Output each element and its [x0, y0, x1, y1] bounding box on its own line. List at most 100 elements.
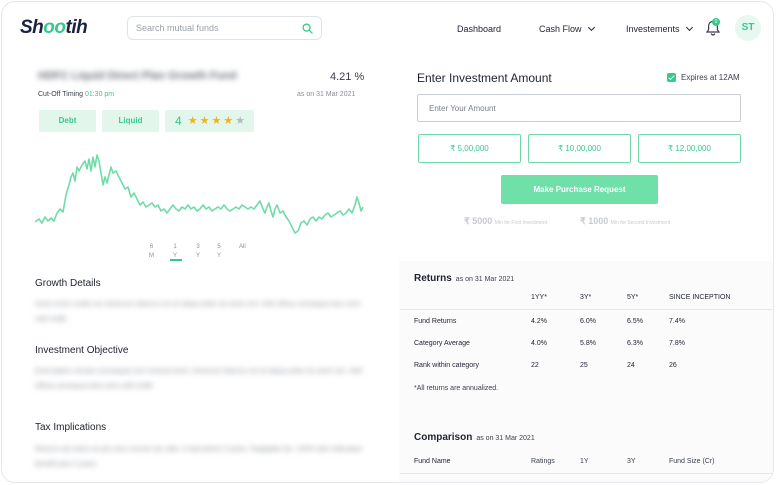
- rating-value: 4: [175, 114, 182, 128]
- min-first-investment: ₹ 5000 Min for First Investment: [464, 216, 547, 227]
- cutoff-timing: Cut-Off Timing 01:30 pm: [38, 91, 114, 98]
- min-second-investment: ₹ 1000 Min for Second Investment: [580, 216, 670, 227]
- star-icon: ★: [187, 114, 198, 127]
- nav-dashboard-label: Dashboard: [457, 24, 502, 34]
- nav-investments-label: Investements: [626, 24, 680, 34]
- search-input[interactable]: [136, 23, 302, 33]
- tax-implications-text: Returns are taxes as per your income tax…: [35, 446, 363, 468]
- returns-cell: 4.2%: [531, 318, 547, 325]
- comparison-col-header: Fund Size (Cr): [669, 458, 715, 465]
- comparison-col-header: Ratings: [531, 458, 555, 465]
- range-6m[interactable]: 6M: [149, 243, 154, 261]
- growth-details-title: Growth Details: [35, 278, 101, 289]
- range-5y[interactable]: 5Y: [217, 243, 221, 261]
- tax-implications-title: Tax Implications: [35, 422, 107, 433]
- min-first-note: Min for First Investment: [494, 220, 547, 226]
- returns-note: *All returns are annualized.: [414, 385, 499, 392]
- chevron-down-icon: [685, 23, 693, 32]
- fund-name: HDFC Liquid Direct Plan Growth Fund: [38, 70, 237, 82]
- range-1y-top: 1: [173, 244, 177, 250]
- chevron-down-icon: [587, 23, 595, 32]
- returns-row-label: Rank within category: [414, 362, 479, 369]
- comparison-col-header: 1Y: [580, 458, 589, 465]
- table-divider: [400, 473, 772, 474]
- fund-return: 4.21 %: [330, 71, 365, 83]
- table-divider: [400, 309, 772, 310]
- tag-debt: Debt: [39, 110, 96, 132]
- growth-details-text: Amet minim mollit non deserunt ullamco e…: [35, 301, 361, 323]
- min-second-value: ₹ 1000: [580, 216, 609, 226]
- fund-as-on-date: as on 31 Mar 2021: [297, 91, 356, 98]
- returns-cell: 22: [531, 362, 539, 369]
- returns-cell: 4.0%: [531, 340, 547, 347]
- returns-cell: 25: [580, 362, 588, 369]
- search-icon[interactable]: [302, 22, 313, 34]
- returns-cell: 7.8%: [669, 340, 685, 347]
- nav-line-chart[interactable]: [35, 147, 365, 242]
- star-icon: ★: [199, 114, 210, 127]
- investment-objective-text: Exercitation veniam consequat sunt nostr…: [35, 368, 363, 390]
- returns-as-on: as on 31 Mar 2021: [455, 276, 515, 283]
- star-icon: ★: [211, 114, 222, 127]
- returns-col-header: SINCE INCEPTION: [669, 294, 731, 301]
- min-first-value: ₹ 5000: [464, 216, 493, 226]
- logo-suffix: tih: [65, 17, 88, 38]
- range-3y[interactable]: 3Y: [196, 243, 200, 261]
- fund-rating: 4 ★ ★ ★ ★ ★: [165, 110, 254, 132]
- expires-label: Expires at 12AM: [681, 73, 740, 82]
- returns-cell: 6.5%: [627, 318, 643, 325]
- returns-cell: 6.0%: [580, 318, 596, 325]
- returns-title: Returns as on 31 Mar 2021: [414, 273, 514, 284]
- amount-input[interactable]: [417, 94, 741, 122]
- nav-dashboard[interactable]: Dashboard: [457, 24, 501, 34]
- range-6m-bottom: M: [149, 253, 154, 259]
- investment-amount-title: Enter Investment Amount: [417, 71, 552, 85]
- preset-amount-button[interactable]: ₹ 5,00,000: [418, 134, 521, 163]
- search-bar[interactable]: [127, 16, 322, 40]
- preset-amount-button[interactable]: ₹ 10,00,000: [528, 134, 631, 163]
- nav-cash-flow[interactable]: Cash Flow: [539, 23, 595, 34]
- range-all-top: All: [239, 244, 246, 250]
- returns-cell: 24: [627, 362, 635, 369]
- range-5y-top: 5: [217, 244, 221, 250]
- comparison-col-header: 3Y: [627, 458, 636, 465]
- returns-col-header: 1YY*: [531, 294, 547, 301]
- checkbox-checked-icon[interactable]: [667, 73, 676, 82]
- star-icon: ★: [223, 114, 234, 127]
- tag-liquid: Liquid: [102, 110, 159, 132]
- star-empty-icon: ★: [235, 114, 246, 127]
- range-3y-top: 3: [196, 244, 200, 250]
- make-purchase-button[interactable]: Make Purchase Request: [501, 175, 658, 204]
- comparison-col-header: Fund Name: [414, 458, 451, 465]
- returns-cell: 26: [669, 362, 677, 369]
- logo-prefix: Sh: [20, 17, 44, 38]
- comparison-as-on: as on 31 Mar 2021: [476, 435, 535, 442]
- returns-cell: 6.3%: [627, 340, 643, 347]
- returns-col-header: 5Y*: [627, 294, 639, 301]
- nav-investments[interactable]: Investements: [626, 23, 693, 34]
- avatar[interactable]: ST: [735, 15, 761, 41]
- range-5y-bottom: Y: [217, 253, 222, 259]
- cutoff-label: Cut-Off Timing: [38, 91, 83, 98]
- comparison-title-text: Comparison: [414, 432, 473, 443]
- nav-cash-flow-label: Cash Flow: [539, 24, 582, 34]
- returns-row-label: Fund Returns: [414, 318, 457, 325]
- investment-objective-title: Investment Objective: [35, 345, 129, 356]
- range-3y-bottom: Y: [196, 253, 201, 259]
- expires-checkbox[interactable]: Expires at 12AM: [667, 73, 740, 82]
- range-6m-top: 6: [149, 244, 154, 250]
- returns-cell: 7.4%: [669, 318, 685, 325]
- comparison-title: Comparison as on 31 Mar 2021: [414, 432, 535, 443]
- shootih-logo[interactable]: Shootih: [20, 17, 88, 39]
- returns-cell: 5.8%: [580, 340, 596, 347]
- range-all[interactable]: All: [239, 243, 246, 252]
- returns-title-text: Returns: [414, 273, 452, 284]
- returns-row-label: Category Average: [414, 340, 470, 347]
- preset-amount-button[interactable]: ₹ 12,00,000: [638, 134, 741, 163]
- notification-badge: 0: [712, 18, 720, 26]
- returns-col-header: 3Y*: [580, 294, 592, 301]
- cutoff-time: 01:30 pm: [84, 91, 115, 98]
- logo-leaf: oo: [43, 17, 66, 38]
- nav-line: [35, 154, 364, 234]
- selected-range-indicator: [170, 259, 182, 261]
